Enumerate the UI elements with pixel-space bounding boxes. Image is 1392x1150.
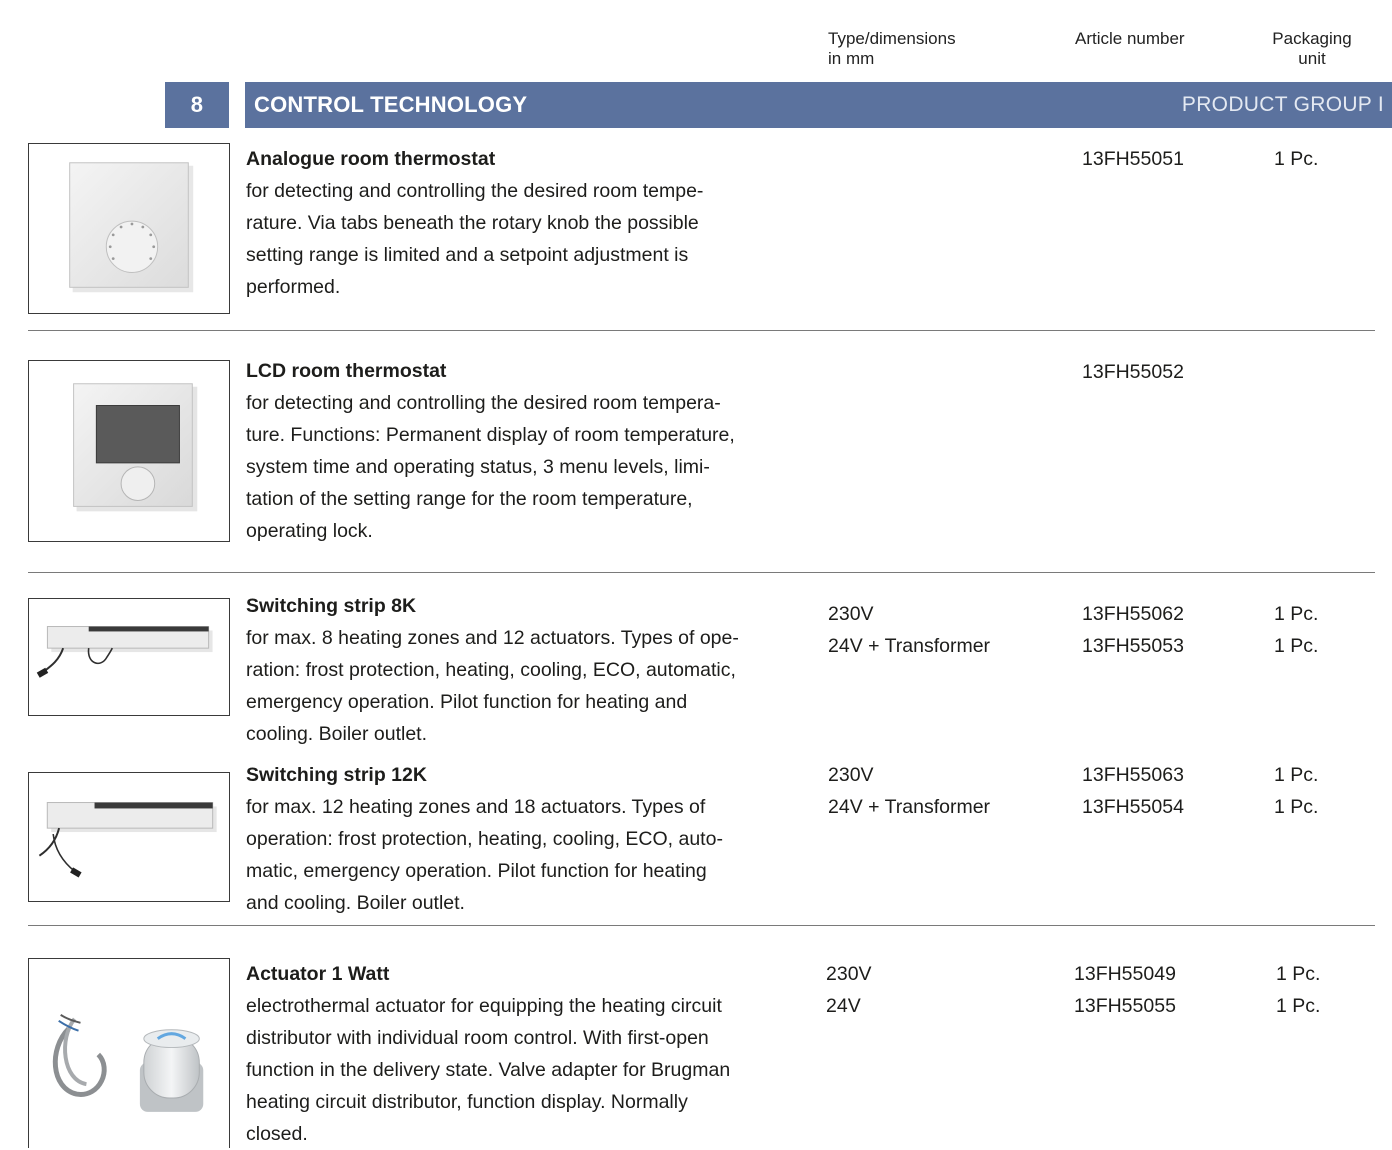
product-lcd-thermostat: LCD room thermostat for detecting and co… (246, 355, 816, 547)
type-value: 230V (828, 603, 874, 625)
product-description: for detecting and controlling the desire… (246, 392, 735, 542)
divider (28, 925, 1375, 926)
column-header-article: Article number (1075, 29, 1185, 48)
product-title: Actuator 1 Watt (246, 963, 390, 985)
divider (28, 572, 1375, 573)
packaging-unit: 1 Pc. (1274, 603, 1319, 625)
article-number: 13FH55052 (1082, 361, 1184, 383)
type-value: 24V + Transformer (828, 796, 991, 818)
packaging-unit: 1 Pc. (1276, 963, 1321, 985)
packaging-unit: 1 Pc. (1276, 995, 1321, 1017)
product-image-switching-strip-8k (28, 598, 230, 716)
packaging-unit: 1 Pc. (1274, 796, 1319, 818)
column-header-type: Type/dimensions in mm (828, 29, 956, 69)
type-value: 24V + Transformer (828, 635, 991, 657)
lcd-thermostat-icon (73, 383, 198, 512)
type-value: 24V (826, 995, 861, 1017)
packaging-unit: 1 Pc. (1274, 635, 1319, 657)
article-number: 13FH55053 (1082, 635, 1184, 657)
product-description: for max. 12 heating zones and 18 actuato… (246, 796, 723, 914)
article-number: 13FH55062 (1082, 603, 1184, 625)
type-value: 230V (828, 764, 874, 786)
divider (28, 330, 1375, 331)
product-description: for max. 8 heating zones and 12 actuator… (246, 627, 739, 745)
article-number: 13FH55051 (1082, 148, 1184, 170)
product-group-label: PRODUCT GROUP I (1181, 93, 1384, 116)
product-title: Switching strip 12K (246, 764, 427, 786)
product-actuator-1-watt: Actuator 1 Watt electrothermal actuator … (246, 958, 826, 1150)
product-title: Analogue room thermostat (246, 148, 496, 170)
type-value: 230V (826, 963, 872, 985)
article-number: 13FH55063 (1082, 764, 1184, 786)
product-description: electrothermal actuator for equipping th… (246, 995, 731, 1145)
product-image-analogue-thermostat (28, 143, 230, 314)
section-title: CONTROL TECHNOLOGY (254, 92, 528, 117)
section-number-badge: 8 (165, 82, 229, 128)
switching-strip-icon (38, 802, 217, 878)
product-title: Switching strip 8K (246, 595, 417, 617)
article-number: 13FH55054 (1082, 796, 1184, 818)
switching-strip-icon (36, 626, 213, 678)
column-header-packaging-line1: Packaging (1272, 29, 1352, 48)
product-image-actuator (28, 958, 230, 1148)
article-number: 13FH55049 (1074, 963, 1176, 985)
article-number: 13FH55055 (1074, 995, 1176, 1017)
product-analogue-thermostat: Analogue room thermostat for detecting a… (246, 143, 816, 303)
section-header-bar: CONTROL TECHNOLOGY PRODUCT GROUP I (245, 82, 1392, 128)
product-description: for detecting and controlling the desire… (246, 180, 704, 298)
product-image-switching-strip-12k (28, 772, 230, 902)
packaging-unit: 1 Pc. (1274, 764, 1319, 786)
product-switching-strip-12k: Switching strip 12K for max. 12 heating … (246, 759, 816, 919)
column-header-packaging: Packaging unit (1262, 29, 1362, 69)
column-header-type-line1: Type/dimensions (828, 29, 956, 48)
product-image-lcd-thermostat (28, 360, 230, 542)
column-header-type-line2: in mm (828, 49, 875, 68)
column-header-packaging-line2: unit (1298, 49, 1326, 68)
analogue-thermostat-icon (69, 162, 194, 293)
product-switching-strip-8k: Switching strip 8K for max. 8 heating zo… (246, 590, 816, 750)
product-title: LCD room thermostat (246, 360, 447, 382)
actuator-icon (52, 1014, 204, 1112)
packaging-unit: 1 Pc. (1274, 148, 1319, 170)
